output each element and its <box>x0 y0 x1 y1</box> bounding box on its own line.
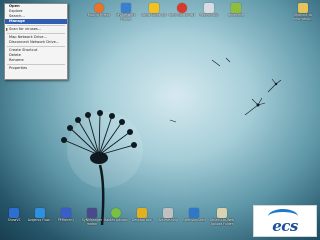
pemsheny-icon <box>61 208 71 218</box>
desktop-icon-desktop-tool[interactable]: Desktop tool <box>129 208 155 223</box>
shield-icon <box>5 28 8 31</box>
antihashing-icon <box>163 208 173 218</box>
folder-shortcut-icon <box>298 3 308 13</box>
desktop-icon-qmap[interactable]: qmap.exe <box>223 3 249 18</box>
logo-text: ecs <box>272 217 298 235</box>
desktop-icon-upload-folder[interactable]: Ubuntu-to-Web Upload Folder <box>207 208 237 227</box>
nero-icon <box>177 3 187 13</box>
desktop-icon-synmanager[interactable]: SyNManager mafon <box>79 208 105 227</box>
menu-item-properties[interactable]: Properties <box>5 66 67 71</box>
avigenix-icon <box>35 208 45 218</box>
synmanager-icon <box>87 208 97 218</box>
menu-separator <box>7 64 65 65</box>
recycle-bin-icon <box>204 3 214 13</box>
babies-advisor-icon <box>111 208 121 218</box>
desktop-icon-nero[interactable]: Nero StartSmart <box>169 3 195 18</box>
ecs-logo: ecs <box>253 205 317 237</box>
desktop-icon-extensionshell[interactable]: ExtensionShell <box>181 208 207 223</box>
desktop-icon-recycle-bin[interactable]: Recycle Bin <box>196 3 222 18</box>
qmap-icon <box>231 3 241 13</box>
desktop-icon-antihashing[interactable]: AntiHashing <box>155 208 181 223</box>
menu-separator <box>7 46 65 47</box>
menu-item-scan-viruses[interactable]: Scan for viruses... <box>5 27 67 32</box>
menu-separator <box>7 33 65 34</box>
desktop-icon-firefox[interactable]: Mozilla Firefox <box>86 3 112 18</box>
lotus-notes-icon <box>149 3 159 13</box>
desktop-tool-icon <box>137 208 147 218</box>
context-menu: Open Explore Search... Manage Scan for v… <box>4 3 68 80</box>
menu-separator <box>7 25 65 26</box>
desktop-icon-lotus-notes[interactable]: Lotus Notes 6.5 <box>141 3 167 18</box>
desktop-icon-showvs[interactable]: ShowVS <box>1 208 27 223</box>
firefox-icon <box>94 3 104 13</box>
desktop-icon-babies-advisor[interactable]: Babies Advisor <box>103 208 129 223</box>
menu-item-rename[interactable]: Rename <box>5 58 67 63</box>
desktop-icon-pemsheny[interactable]: PEMsheny <box>53 208 79 223</box>
menu-item-manage[interactable]: Manage <box>5 19 67 24</box>
desktop[interactable]: Mozilla Firefox My Network Places Lotus … <box>0 0 320 240</box>
desktop-icon-network-places[interactable]: My Network Places <box>113 3 139 22</box>
menu-item-disconnect-network-drive[interactable]: Disconnect Network Drive... <box>5 40 67 45</box>
desktop-icon-avigenix[interactable]: Avigenix Flow... <box>27 208 53 223</box>
showvs-icon <box>9 208 19 218</box>
upload-folder-icon <box>217 208 227 218</box>
desktop-icon-informatio-shortcut[interactable]: Shortcut to Informatio... <box>290 3 316 22</box>
network-icon <box>121 3 131 13</box>
extensionshell-icon <box>189 208 199 218</box>
